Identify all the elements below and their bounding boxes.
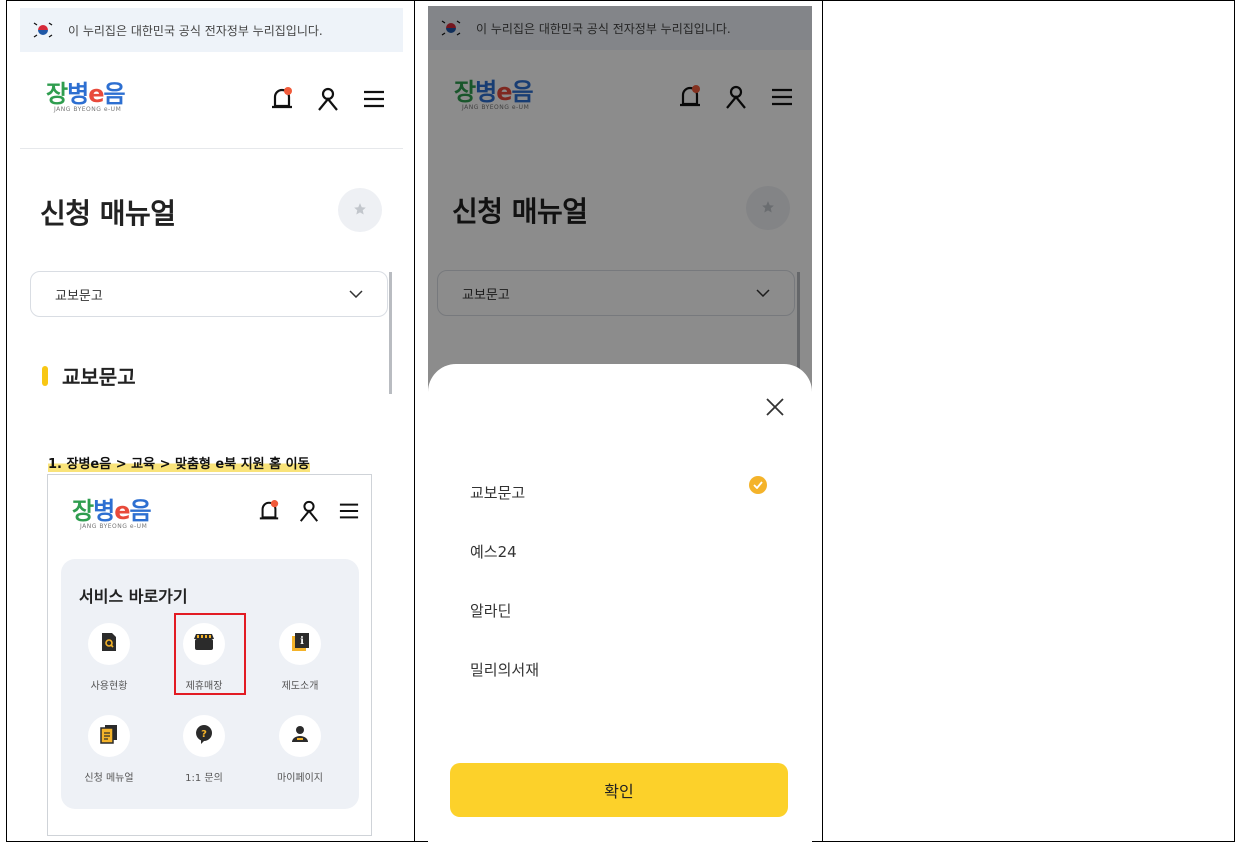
close-icon[interactable] [765,397,785,421]
shortcut-apply-manual: 신청 메뉴얼 [69,715,149,784]
logo-subtitle: JANG BYEONG e-UM [80,523,148,530]
column-divider [414,0,415,842]
option-millie[interactable]: 밀리의서재 [470,659,539,680]
manual-select[interactable]: 교보문고 [30,271,388,317]
dropdown-bottom-sheet: 교보문고 예스24 알라딘 밀리의서재 확인 [428,364,812,842]
header-divider [20,148,403,149]
favorite-button[interactable] [338,188,382,232]
section-title: 교보문고 [42,361,136,390]
svg-text:?: ? [201,729,207,740]
question-icon: ? [195,724,213,748]
logo-text: 장병e음 [72,497,152,525]
menu-icon [338,501,360,525]
gov-banner: 이 누리집은 대한민국 공식 전자정부 누리집입니다. [20,8,403,52]
option-aladin[interactable]: 알라딘 [470,600,511,621]
user-icon [298,499,320,527]
person-icon [290,725,310,747]
service-shortcuts-title: 서비스 바로가기 [79,587,188,606]
shortcut-label: 제도소개 [281,681,319,692]
logo[interactable]: 장병e음 JANG BYEONG e-UM [46,80,126,113]
option-yes24[interactable]: 예스24 [470,541,517,562]
user-icon[interactable] [316,86,340,116]
chevron-down-icon [349,287,363,302]
info-book-icon: i [290,632,310,656]
flag-icon [32,19,54,41]
menu-icon[interactable] [362,88,386,114]
svg-text:i: i [300,636,304,647]
scrollbar[interactable] [389,272,392,394]
highlight-box [174,613,246,695]
manual-icon [99,724,119,748]
shortcut-usage: 사용현황 [69,623,149,692]
logo-text: 장병e음 [46,80,126,108]
page-title: 신청 매뉴얼 [40,197,176,230]
gov-banner-text: 이 누리집은 대한민국 공식 전자정부 누리집입니다. [68,23,323,38]
column-divider [822,0,823,842]
star-icon [353,201,367,220]
confirm-button[interactable]: 확인 [450,763,788,817]
shortcut-inquiry: ? 1:1 문의 [164,715,244,784]
shortcut-mypage: 마이페이지 [260,715,340,784]
logo-subtitle: JANG BYEONG e-UM [54,106,122,113]
logo: 장병e음 JANG BYEONG e-UM [72,497,152,530]
step-instruction: 1. 장병e음 > 교육 > 맞춤형 e북 지원 홈 이동 [48,453,310,472]
section-title-text: 교보문고 [62,365,136,389]
select-value: 교보문고 [55,288,103,304]
header-icons [270,86,386,116]
document-search-icon [100,632,118,656]
shortcut-label: 1:1 문의 [185,773,223,784]
embedded-screenshot: 장병e음 JANG BYEONG e-UM 서비스 바로가기 사용현황 제휴매장… [47,474,372,836]
shortcut-system-intro: i 제도소개 [260,623,340,692]
bell-icon[interactable] [270,86,294,116]
shortcut-label: 신청 메뉴얼 [84,773,134,784]
header-icons [258,499,360,527]
bell-icon [258,499,280,527]
shortcut-label: 마이페이지 [277,773,323,784]
section-marker [42,365,48,386]
option-kyobo[interactable]: 교보문고 [470,482,525,503]
checkmark-icon [749,476,767,494]
shortcut-label: 사용현황 [90,681,128,692]
